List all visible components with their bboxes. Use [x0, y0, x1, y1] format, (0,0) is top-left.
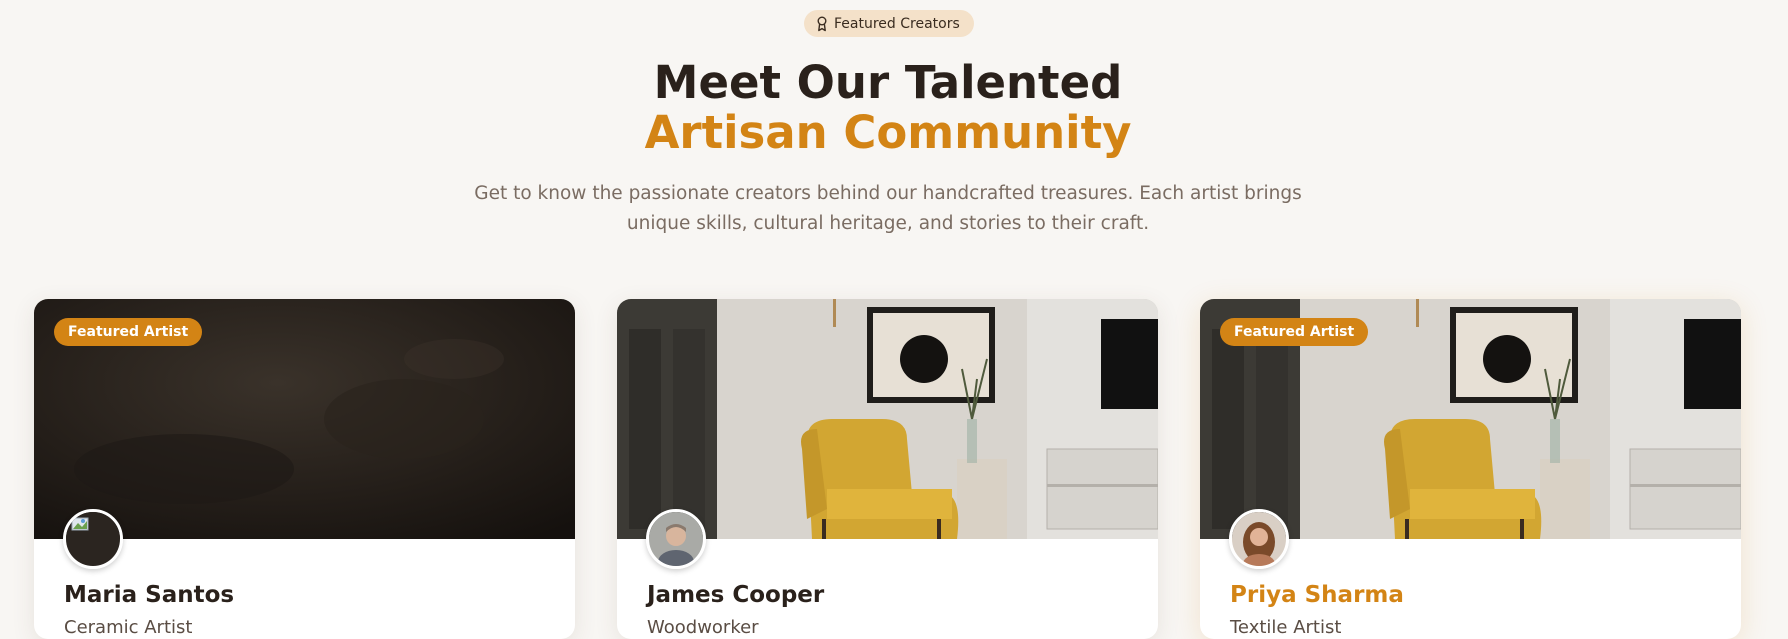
artist-name[interactable]: Priya Sharma: [1230, 582, 1404, 608]
artist-name[interactable]: James Cooper: [647, 582, 824, 608]
artist-role: Textile Artist: [1230, 617, 1342, 638]
artist-name[interactable]: Maria Santos: [64, 582, 234, 608]
artist-card-priya-sharma[interactable]: Featured Artist Priya Sharma Textile Art…: [1200, 299, 1741, 639]
featured-artist-badge: Featured Artist: [54, 318, 203, 346]
title-line-2-accent: Artisan Community: [644, 106, 1132, 159]
section-description: Get to know the passionate creators behi…: [474, 183, 1302, 234]
artist-role: Woodworker: [647, 617, 759, 638]
award-icon: [816, 16, 828, 32]
featured-creators-badge: Featured Creators: [804, 10, 974, 37]
avatar: [63, 509, 123, 569]
artist-card-maria-santos[interactable]: Featured Artist Maria Santos Ceramic Art…: [34, 299, 575, 639]
title-line-1: Meet Our Talented: [653, 56, 1123, 109]
avatar: [646, 509, 706, 569]
badge-label: Featured Creators: [834, 15, 960, 32]
artist-banner-image: [617, 299, 1158, 539]
featured-artist-badge: Featured Artist: [1220, 318, 1369, 346]
avatar: [1229, 509, 1289, 569]
artist-card-james-cooper[interactable]: James Cooper Woodworker: [617, 299, 1158, 639]
page-title: Meet Our Talented Artisan Community: [0, 58, 1776, 158]
artist-role: Ceramic Artist: [64, 617, 193, 638]
